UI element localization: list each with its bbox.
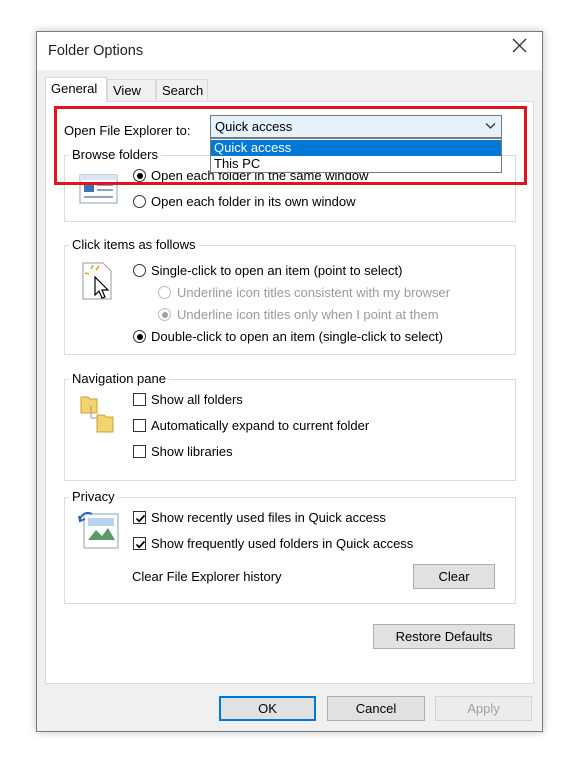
single-click-label: Single-click to open an item (point to s… — [151, 263, 403, 278]
close-button[interactable] — [496, 32, 542, 63]
clear-history-label: Clear File Explorer history — [132, 569, 282, 584]
apply-button[interactable]: Apply — [435, 696, 532, 721]
tab-general-label: General — [51, 81, 98, 96]
recent-files-label: Show recently used files in Quick access — [151, 510, 386, 525]
radio-own-window[interactable] — [133, 195, 146, 208]
tab-search[interactable]: Search — [156, 79, 208, 100]
tab-view-label: View — [113, 83, 141, 98]
cancel-button[interactable]: Cancel — [327, 696, 425, 721]
highlight-box — [54, 106, 527, 185]
folder-tree-icon — [80, 396, 114, 433]
close-icon — [512, 38, 527, 53]
navigation-pane-heading: Navigation pane — [69, 371, 169, 386]
tab-view[interactable]: View — [107, 79, 156, 100]
checkbox-show-libraries[interactable] — [133, 445, 146, 458]
checkmark-icon — [135, 514, 146, 523]
recent-files-icon — [78, 511, 119, 549]
tab-search-label: Search — [162, 83, 204, 98]
pointer-click-icon — [82, 262, 112, 300]
checkbox-expand-current-folder[interactable] — [133, 419, 146, 432]
radio-double-click[interactable] — [133, 330, 146, 343]
ok-button[interactable]: OK — [219, 696, 316, 721]
title-bar: Folder Options — [37, 32, 542, 70]
checkmark-icon — [135, 540, 146, 549]
underline-consistent-label: Underline icon titles consistent with my… — [177, 285, 451, 300]
window-title: Folder Options — [48, 43, 144, 59]
frequent-folders-label: Show frequently used folders in Quick ac… — [151, 536, 414, 551]
click-items-heading: Click items as follows — [69, 237, 199, 252]
expand-current-folder-label: Automatically expand to current folder — [151, 418, 370, 433]
radio-single-click[interactable] — [133, 264, 146, 277]
show-all-folders-label: Show all folders — [151, 392, 243, 407]
checkbox-recent-files[interactable] — [133, 511, 146, 524]
radio-underline-point[interactable] — [158, 308, 171, 321]
clear-button[interactable]: Clear — [413, 564, 495, 589]
underline-point-label: Underline icon titles only when I point … — [177, 307, 439, 322]
own-window-label: Open each folder in its own window — [151, 194, 356, 209]
show-libraries-label: Show libraries — [151, 444, 233, 459]
checkbox-frequent-folders[interactable] — [133, 537, 146, 550]
tab-general[interactable]: General — [45, 77, 107, 102]
privacy-heading: Privacy — [69, 489, 118, 504]
checkbox-show-all-folders[interactable] — [133, 393, 146, 406]
radio-underline-consistent[interactable] — [158, 286, 171, 299]
double-click-label: Double-click to open an item (single-cli… — [151, 329, 443, 344]
restore-defaults-button[interactable]: Restore Defaults — [373, 624, 515, 649]
